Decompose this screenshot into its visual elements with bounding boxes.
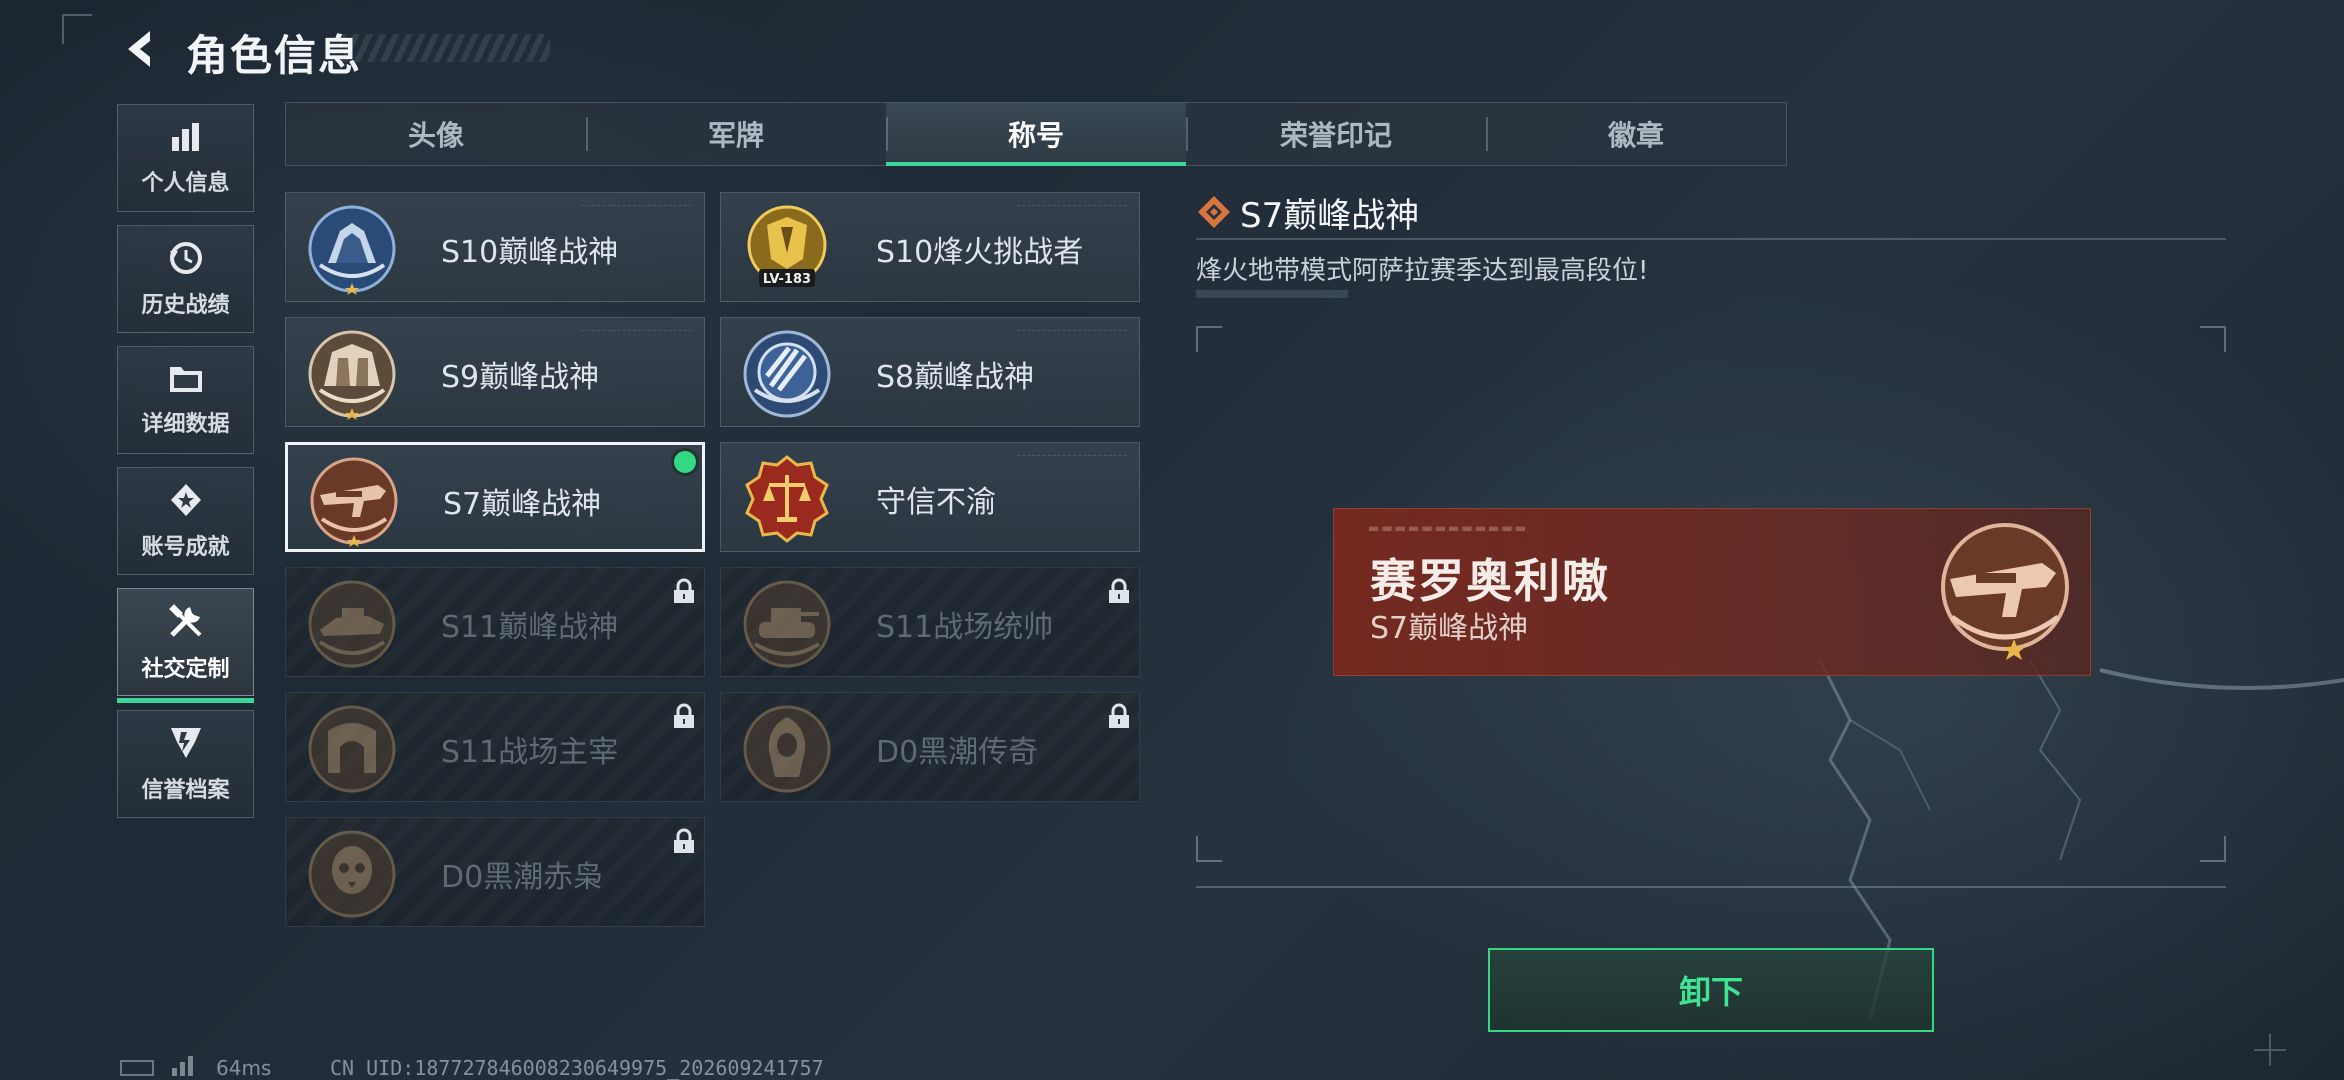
- title-stripes: [340, 34, 550, 62]
- title-card-d0-legend[interactable]: D0黑潮传奇: [720, 692, 1140, 802]
- title-card-d0-red-owl[interactable]: D0黑潮赤枭: [285, 817, 705, 927]
- sidebar-item-label: 详细数据: [141, 412, 230, 437]
- page-title: 角色信息: [186, 31, 363, 80]
- title-card-s10-challenger[interactable]: LV-183 S10烽火挑战者: [720, 192, 1140, 302]
- preview-decoration-text: ▬▬▬▬▬▬▬▬▬▬▬▬: [1368, 521, 1529, 535]
- title-name: S8巅峰战神: [876, 360, 1035, 395]
- sidebar-item-label: 社交定制: [141, 657, 230, 682]
- title-preview-card: ▬▬▬▬▬▬▬▬▬▬▬▬ 赛罗奥利嗷 S7巅峰战神: [1333, 508, 2091, 676]
- back-arrow-icon: [128, 31, 150, 67]
- battery-icon: [120, 1060, 154, 1076]
- title-name: S9巅峰战神: [441, 360, 600, 395]
- s11-commander-badge-icon: [743, 580, 831, 668]
- title-card-s8-peak[interactable]: S8巅峰战神: [720, 317, 1140, 427]
- d0-red-owl-badge-icon: [308, 830, 396, 918]
- credit-shield-icon: [170, 728, 201, 758]
- title-card-s7-peak[interactable]: S7巅峰战神: [285, 442, 705, 552]
- s10-peak-badge-icon: [308, 205, 396, 295]
- title-name: 守信不渝: [876, 485, 996, 520]
- sidebar-item-social-custom[interactable]: 社交定制: [117, 588, 254, 703]
- s10-challenger-badge-icon: LV-183: [747, 205, 827, 287]
- justice-scale-badge-icon: [745, 455, 829, 543]
- tab-title[interactable]: 称号: [886, 103, 1186, 166]
- lock-icon: [674, 578, 694, 603]
- sidebar-item-history[interactable]: 历史战绩: [117, 225, 254, 333]
- sidebar-item-credit[interactable]: 信誉档案: [117, 710, 254, 818]
- corner-decoration: [62, 14, 92, 44]
- card-decoration: [582, 330, 692, 334]
- title-name: S11巅峰战神: [441, 610, 619, 645]
- tools-icon: [168, 604, 201, 637]
- description-decoration: [1196, 290, 1348, 298]
- title-card-s11-commander[interactable]: S11战场统帅: [720, 567, 1140, 677]
- title-card-trustworthy[interactable]: 守信不渝: [720, 442, 1140, 552]
- unequip-button[interactable]: 卸下: [1488, 948, 1934, 1032]
- equipped-indicator-dot: [674, 451, 696, 473]
- lock-icon: [674, 828, 694, 853]
- title-card-s11-dominator[interactable]: S11战场主宰: [285, 692, 705, 802]
- card-decoration: [582, 205, 692, 209]
- tab-dog-tag[interactable]: 军牌: [586, 103, 886, 165]
- uid-text: CN UID:18772784600823064997​5_2026092417…: [330, 1056, 824, 1080]
- preview-frame-corner: [1196, 836, 1222, 862]
- sidebar-item-label: 历史战绩: [141, 293, 230, 318]
- preview-frame-corner: [1196, 326, 1222, 352]
- sidebar-item-label: 信誉档案: [141, 778, 230, 803]
- s11-dominator-badge-icon: [308, 705, 396, 793]
- detail-title: S7巅峰战神: [1240, 196, 1420, 236]
- signal-icon: [172, 1056, 193, 1076]
- tab-bar: 头像 军牌 称号 荣誉印记 徽章: [285, 102, 1787, 166]
- history-clock-icon: [169, 242, 202, 274]
- title-name: S11战场主宰: [441, 735, 619, 770]
- detail-divider: [1196, 238, 2226, 240]
- folder-icon: [169, 367, 202, 392]
- sidebar-item-label: 个人信息: [141, 171, 230, 196]
- tab-avatar[interactable]: 头像: [286, 103, 586, 165]
- tab-honor-mark[interactable]: 荣誉印记: [1186, 103, 1486, 165]
- preview-title-name: S7巅峰战神: [1370, 611, 1529, 646]
- detail-description: 烽火地带模式阿萨拉赛季达到最高段位!: [1196, 256, 1649, 286]
- title-name: S10巅峰战神: [441, 235, 619, 270]
- achievement-icon: [170, 484, 201, 516]
- bar-chart-icon: [171, 123, 199, 151]
- title-card-s9-peak[interactable]: S9巅峰战神: [285, 317, 705, 427]
- title-name: S11战场统帅: [876, 610, 1054, 645]
- title-card-s10-peak[interactable]: S10巅峰战神: [285, 192, 705, 302]
- s8-peak-badge-icon: [743, 330, 831, 418]
- lock-icon: [1109, 578, 1129, 603]
- title-diamond-icon: [1198, 196, 1230, 228]
- sidebar-item-detailed-data[interactable]: 详细数据: [117, 346, 254, 454]
- sidebar-item-personal-info[interactable]: 个人信息: [117, 104, 254, 212]
- title-name: D0黑潮传奇: [876, 735, 1039, 770]
- challenger-level-text: LV-183: [763, 272, 811, 287]
- back-button[interactable]: [118, 26, 162, 72]
- tab-emblem[interactable]: 徽章: [1486, 103, 1786, 165]
- card-decoration: [1017, 330, 1127, 334]
- preview-player-name: 赛罗奥利嗷: [1370, 554, 1610, 608]
- s7-peak-badge-icon: [310, 457, 398, 547]
- sidebar-item-label: 账号成就: [141, 535, 230, 560]
- title-name: S10烽火挑战者: [876, 235, 1084, 270]
- detail-bottom-divider: [1196, 886, 2226, 888]
- title-card-s11-peak[interactable]: S11巅峰战神: [285, 567, 705, 677]
- s9-peak-badge-icon: [308, 330, 396, 420]
- preview-frame-corner: [2200, 326, 2226, 352]
- sidebar-item-achievements[interactable]: 账号成就: [117, 467, 254, 575]
- s11-peak-badge-icon: [308, 580, 396, 668]
- title-name: S7巅峰战神: [443, 487, 602, 522]
- card-decoration: [1017, 455, 1127, 459]
- corner-plus-decoration: [2254, 1034, 2286, 1066]
- card-decoration: [1017, 205, 1127, 209]
- ping-text: 64ms: [216, 1056, 272, 1080]
- title-name: D0黑潮赤枭: [441, 860, 604, 895]
- d0-legend-badge-icon: [743, 705, 831, 793]
- lock-icon: [674, 703, 694, 728]
- lock-icon: [1109, 703, 1129, 728]
- s7-peak-large-badge-icon: [1941, 523, 2069, 660]
